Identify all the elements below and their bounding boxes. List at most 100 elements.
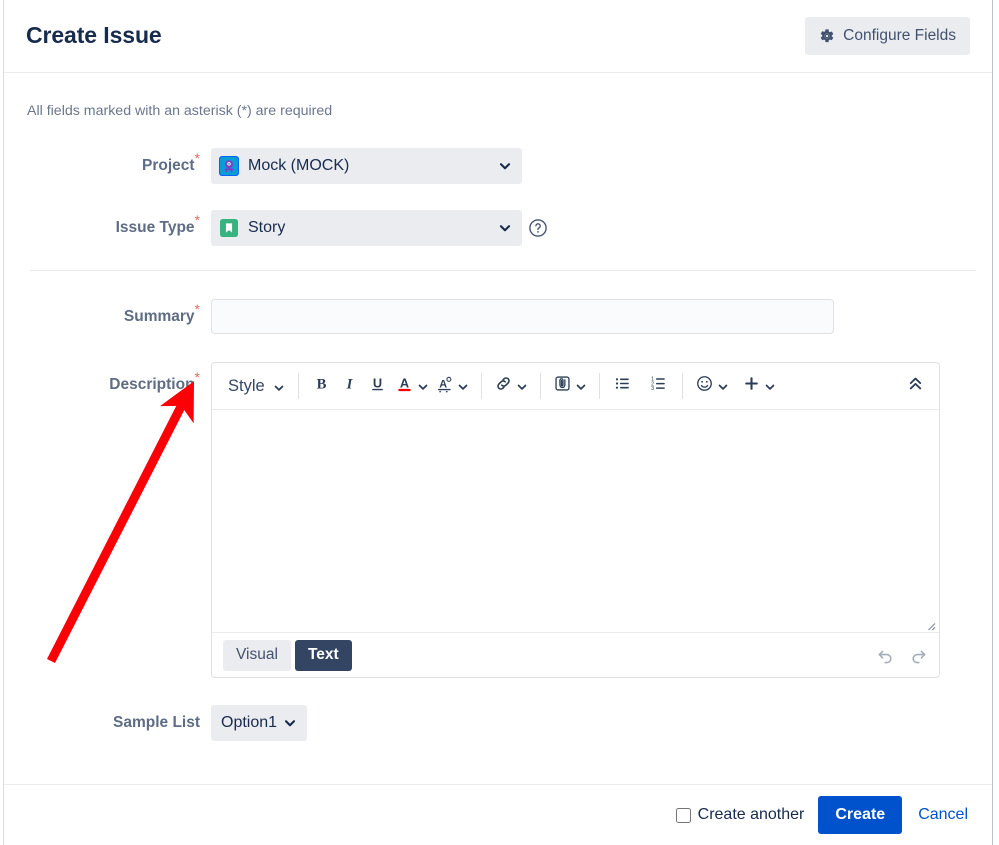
editor-toolbar: Style B I U A A 1 2 3 <box>212 363 939 410</box>
create-issue-dialog: Create Issue Configure Fields All fields… <box>3 0 993 845</box>
bullet-list-button[interactable] <box>609 371 637 401</box>
bold-icon: B <box>312 374 331 398</box>
toolbar-group-insert <box>692 363 779 409</box>
editor-footer: Visual Text <box>212 632 939 677</box>
toolbar-separator <box>681 373 683 399</box>
create-another-label: Create another <box>697 806 805 823</box>
toolbar-separator <box>539 373 541 399</box>
required-asterisk: * <box>194 369 200 385</box>
toolbar-group-style: Style <box>222 363 289 409</box>
svg-text:A: A <box>400 375 409 390</box>
text-highlight-button[interactable]: A <box>432 371 472 401</box>
redo-button[interactable] <box>903 645 926 665</box>
toolbar-group-format: B I U A A <box>308 363 472 409</box>
chevron-down-icon <box>575 380 587 392</box>
svg-text:U: U <box>373 375 382 390</box>
dialog-footer: Create another Create Cancel <box>4 784 992 845</box>
chevron-down-icon <box>717 380 729 392</box>
required-fields-note: All fields marked with an asterisk (*) a… <box>27 103 333 119</box>
chevron-down-icon <box>516 380 528 392</box>
emoji-smiley-icon <box>695 374 714 398</box>
field-row-sample-list: Sample List Option1 <box>4 705 992 741</box>
underline-button[interactable]: U <box>364 371 392 401</box>
project-value: Mock (MOCK) <box>248 157 350 174</box>
paperclip-icon <box>553 374 572 398</box>
configure-fields-label: Configure Fields <box>843 27 956 44</box>
description-editor: Style B I U A A 1 2 3 Visual Text <box>211 362 940 678</box>
numbered-list-icon: 1 2 3 <box>649 374 668 398</box>
page-title: Create Issue <box>26 22 162 48</box>
cancel-button[interactable]: Cancel <box>916 806 970 824</box>
issue-type-help-icon[interactable] <box>528 218 548 238</box>
editor-content-area <box>212 410 939 632</box>
attachment-button[interactable] <box>550 371 590 401</box>
toolbar-group-link <box>491 363 531 409</box>
editor-tab-text[interactable]: Text <box>294 639 352 671</box>
bold-button[interactable]: B <box>308 371 336 401</box>
link-button[interactable] <box>491 371 531 401</box>
required-asterisk: * <box>194 301 200 317</box>
toolbar-separator <box>297 373 299 399</box>
toolbar-group-attachment <box>550 363 590 409</box>
required-asterisk: * <box>194 212 200 228</box>
summary-input[interactable] <box>211 299 834 334</box>
undo-button[interactable] <box>869 645 892 665</box>
plus-icon <box>742 374 761 398</box>
undo-icon <box>875 646 895 664</box>
sample-list-select[interactable]: Option1 <box>211 705 308 741</box>
dialog-body: All fields marked with an asterisk (*) a… <box>4 73 992 784</box>
description-textarea[interactable] <box>212 410 939 632</box>
svg-text:B: B <box>317 377 327 393</box>
svg-text:A: A <box>439 378 447 390</box>
dialog-header: Create Issue Configure Fields <box>4 0 992 73</box>
svg-text:I: I <box>346 377 354 393</box>
toolbar-group-lists: 1 2 3 <box>609 363 673 409</box>
text-color-button[interactable]: A <box>392 371 432 401</box>
toolbar-separator <box>598 373 600 399</box>
field-row-project: Project* Mock (MOCK) <box>4 148 992 184</box>
chevron-down-icon <box>457 380 469 392</box>
issue-type-value: Story <box>248 219 286 236</box>
underline-icon: U <box>368 374 387 398</box>
chevron-down-icon <box>498 159 512 173</box>
chevron-down-icon <box>417 380 429 392</box>
create-another-checkbox[interactable] <box>675 807 691 823</box>
sample-list-label: Sample List <box>113 714 200 731</box>
chevron-down-icon <box>273 380 285 392</box>
toolbar-separator <box>480 373 482 399</box>
story-bookmark-icon <box>219 218 239 238</box>
section-divider <box>30 270 976 271</box>
svg-text:3: 3 <box>651 386 654 392</box>
project-select[interactable]: Mock (MOCK) <box>211 148 522 184</box>
project-label: Project* <box>141 150 200 174</box>
numbered-list-button[interactable]: 1 2 3 <box>645 371 673 401</box>
collapse-toolbar-button[interactable] <box>901 371 929 401</box>
style-dropdown-button[interactable]: Style <box>222 371 289 401</box>
chevron-down-icon <box>283 716 297 730</box>
emoji-button[interactable] <box>692 371 732 401</box>
link-icon <box>494 374 513 398</box>
project-avatar-icon <box>219 156 239 176</box>
double-chevron-up-icon <box>906 374 925 398</box>
text-color-icon: A <box>395 374 414 398</box>
text-highlight-icon: A <box>435 374 454 398</box>
create-button[interactable]: Create <box>818 796 903 834</box>
screenshot-root: Create Issue Configure Fields All fields… <box>0 0 999 845</box>
chevron-down-icon <box>498 221 512 235</box>
insert-more-button[interactable] <box>739 371 779 401</box>
configure-fields-button[interactable]: Configure Fields <box>805 17 970 55</box>
undo-redo-group <box>869 645 928 665</box>
issue-type-label: Issue Type* <box>115 212 200 236</box>
summary-label: Summary* <box>123 301 200 325</box>
create-another-checkbox-row[interactable]: Create another <box>675 806 805 824</box>
field-row-issue-type: Issue Type* Story <box>4 210 992 246</box>
italic-icon: I <box>340 374 359 398</box>
field-row-summary: Summary* <box>4 299 992 335</box>
gear-icon <box>819 28 835 44</box>
italic-button[interactable]: I <box>336 371 364 401</box>
redo-icon <box>909 646 929 664</box>
required-asterisk: * <box>194 150 200 166</box>
issue-type-select[interactable]: Story <box>211 210 522 246</box>
editor-tab-visual[interactable]: Visual <box>223 639 291 671</box>
bullet-list-icon <box>613 374 632 398</box>
